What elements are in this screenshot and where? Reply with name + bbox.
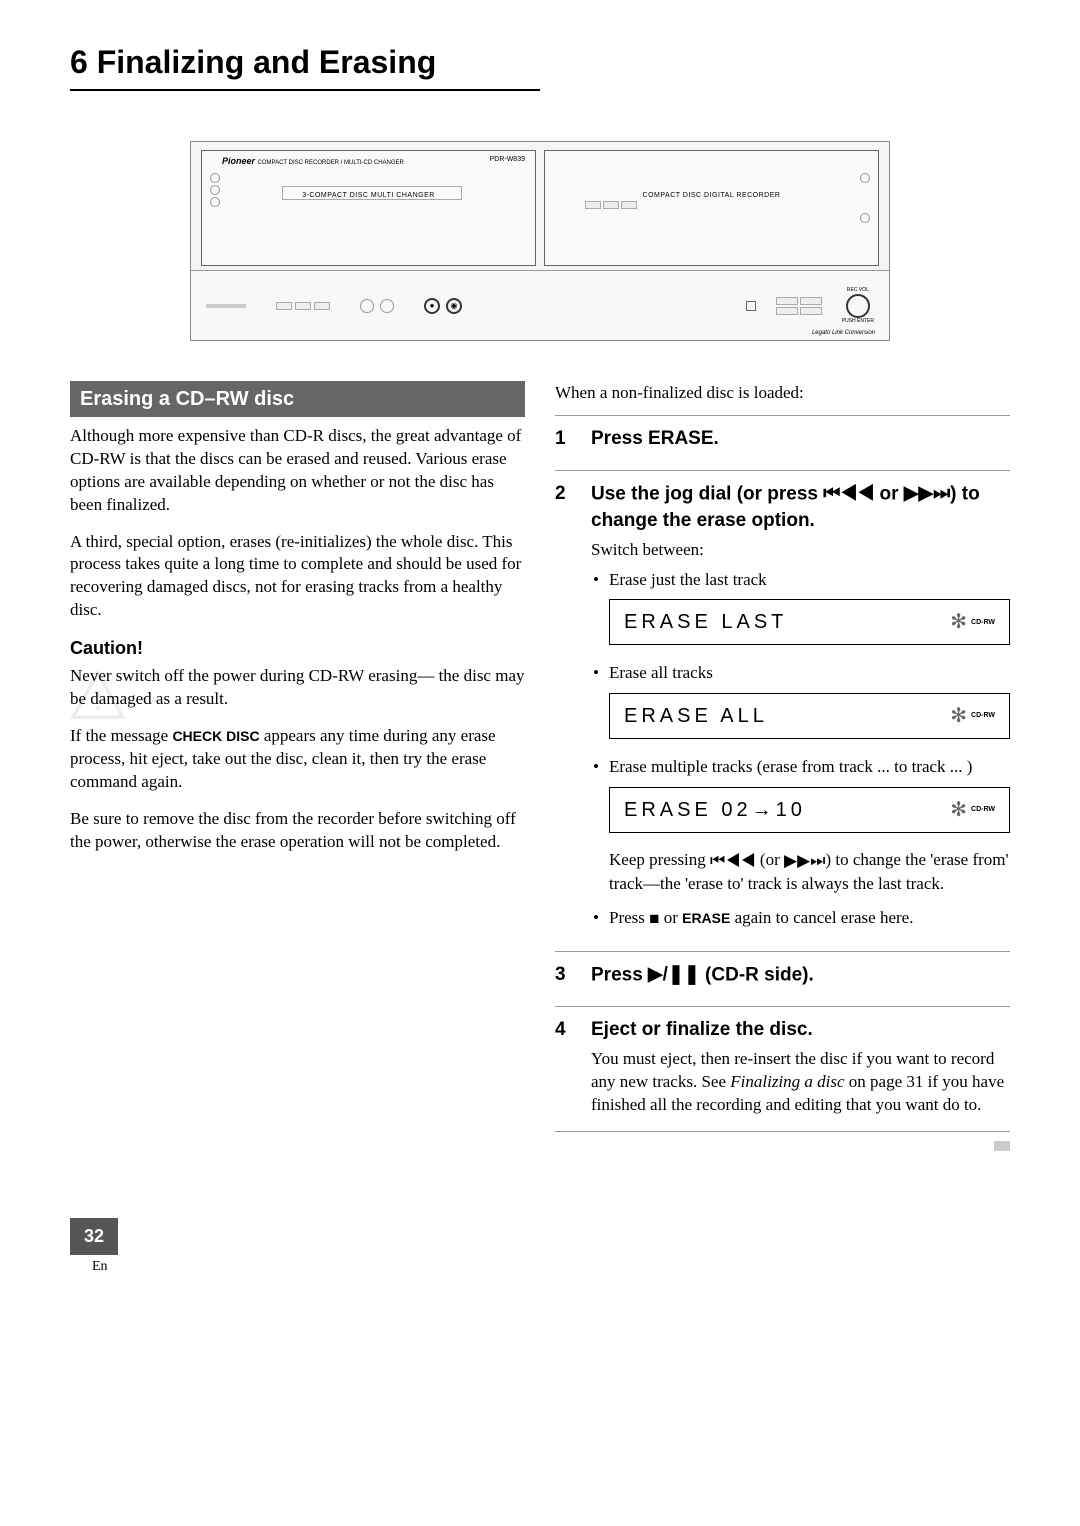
knob <box>360 299 374 313</box>
indicator-circle <box>210 173 220 183</box>
device-button <box>314 302 330 310</box>
left-column: Erasing a CD–RW disc Although more expen… <box>70 381 525 1158</box>
body-paragraph: Although more expensive than CD-R discs,… <box>70 425 525 517</box>
indicator-circle <box>860 173 870 183</box>
step-1: 1 Press ERASE. <box>555 415 1010 457</box>
rec-vol-label: REC VOL <box>847 287 869 294</box>
step-body: Switch between: <box>591 539 1010 562</box>
page-language: En <box>92 1257 108 1277</box>
device-button <box>621 201 637 209</box>
step-number: 2 <box>555 481 573 936</box>
spinning-disc-icon: ✻ <box>950 608 967 636</box>
chapter-title: 6 Finalizing and Erasing <box>70 40 540 91</box>
legato-label: Legato Link Conversion <box>812 329 875 337</box>
prev-rewind-icon: ⏮◀◀ <box>823 481 874 508</box>
right-unit: COMPACT DISC DIGITAL RECORDER <box>544 150 879 267</box>
left-unit: Pioneer COMPACT DISC RECORDER / MULTI-CD… <box>201 150 536 267</box>
step-number: 3 <box>555 962 573 993</box>
device-slot <box>206 304 246 308</box>
prev-button <box>776 297 798 305</box>
caution-paragraph: Be sure to remove the disc from the reco… <box>70 808 525 854</box>
cdrw-badge: CD-RW <box>971 711 995 721</box>
text-prefix: If the message <box>70 726 172 745</box>
step-title: Eject or finalize the disc. <box>591 1017 1010 1044</box>
step-4: 4 Eject or finalize the disc. You must e… <box>555 1006 1010 1116</box>
brand: Pioneer <box>222 156 255 166</box>
right-column: When a non-finalized disc is loaded: 1 P… <box>555 381 1010 1158</box>
device-button <box>276 302 292 310</box>
indicator-circle <box>860 213 870 223</box>
cdrw-badge: CD-RW <box>971 805 995 815</box>
sub-note: Keep pressing ⏮◀◀ (or ▶▶⏭) to change the… <box>609 849 1010 896</box>
display-text: ERASE LAST <box>624 608 787 636</box>
dial: ◉ <box>446 298 462 314</box>
prev-rewind-icon: ⏮◀◀ <box>710 850 756 873</box>
end-mark-icon <box>994 1141 1010 1151</box>
chapter-title-text: Finalizing and Erasing <box>97 44 437 80</box>
cdrw-badge: CD-RW <box>971 618 995 628</box>
fwd-next-icon: ▶▶⏭ <box>904 481 950 508</box>
disc-tray <box>282 186 462 200</box>
check-disc-label: CHECK DISC <box>172 728 259 744</box>
lcd-display: ERASE 02→10 ✻ CD-RW <box>609 787 1010 833</box>
stop-button <box>746 301 756 311</box>
step-title: Press ERASE. <box>591 426 1010 453</box>
brand-tag: COMPACT DISC RECORDER / MULTI-CD CHANGER <box>258 160 404 166</box>
rec-vol-dial <box>846 294 870 318</box>
bullet-item: Press ■ or ERASE again to cancel erase h… <box>591 906 1010 931</box>
next-button <box>800 297 822 305</box>
spinning-disc-icon: ✻ <box>950 796 967 824</box>
display-text: ERASE 02→10 <box>624 796 806 824</box>
play-pause-button <box>776 307 798 315</box>
knob <box>380 299 394 313</box>
erase-label: ERASE <box>682 910 730 926</box>
stop-btn <box>800 307 822 315</box>
spinning-disc-icon: ✻ <box>950 702 967 730</box>
step-3: 3 Press ▶/❚❚ (CD-R side). <box>555 951 1010 993</box>
step-number: 1 <box>555 426 573 457</box>
page-footer: 32 En <box>70 1218 1010 1277</box>
bullet-item: Erase multiple tracks (erase from track … <box>591 755 1010 779</box>
step-body: You must eject, then re-insert the disc … <box>591 1048 1010 1117</box>
section-end-rule <box>555 1131 1010 1158</box>
body-paragraph: A third, special option, erases (re-init… <box>70 531 525 623</box>
fwd-next-icon: ▶▶⏭ <box>784 850 825 873</box>
cross-reference: Finalizing a disc <box>730 1072 844 1091</box>
step-2: 2 Use the jog dial (or press ⏮◀◀ or ▶▶⏭)… <box>555 470 1010 936</box>
caution-paragraph: If the message CHECK DISC appears any ti… <box>70 725 525 794</box>
chapter-number: 6 <box>70 44 88 80</box>
device-button <box>585 201 601 209</box>
step-title: Use the jog dial (or press ⏮◀◀ or ▶▶⏭) t… <box>591 481 1010 535</box>
lcd-display: ERASE LAST ✻ CD-RW <box>609 599 1010 645</box>
page-number: 32 <box>70 1218 118 1255</box>
step-title: Press ▶/❚❚ (CD-R side). <box>591 962 1010 989</box>
stop-icon: ■ <box>649 907 659 931</box>
indicator-circle <box>210 197 220 207</box>
lcd-display: ERASE ALL ✻ CD-RW <box>609 693 1010 739</box>
device-illustration: Pioneer COMPACT DISC RECORDER / MULTI-CD… <box>190 141 890 341</box>
bullet-item: Erase just the last track <box>591 568 1010 592</box>
play-pause-icon: ▶/❚❚ <box>648 962 700 989</box>
section-header: Erasing a CD–RW disc <box>70 381 525 417</box>
bullet-item: Erase all tracks <box>591 661 1010 685</box>
indicator-circle <box>210 185 220 195</box>
push-enter-label: PUSH ENTER <box>842 318 874 325</box>
caution-text-1: Never switch off the power during CD-RW … <box>70 666 525 708</box>
dial: ● <box>424 298 440 314</box>
caution-heading: Caution! <box>70 636 525 661</box>
device-button <box>603 201 619 209</box>
caution-paragraph: ! Never switch off the power during CD-R… <box>70 665 525 711</box>
right-unit-label: COMPACT DISC DIGITAL RECORDER <box>643 191 781 201</box>
model-number: PDR-W839 <box>490 155 525 165</box>
device-button <box>295 302 311 310</box>
intro-line: When a non-finalized disc is loaded: <box>555 381 1010 405</box>
device-controls-row: ● ◉ REC VOL PUSH ENTER <box>191 270 889 339</box>
step-number: 4 <box>555 1017 573 1116</box>
display-text: ERASE ALL <box>624 702 768 730</box>
